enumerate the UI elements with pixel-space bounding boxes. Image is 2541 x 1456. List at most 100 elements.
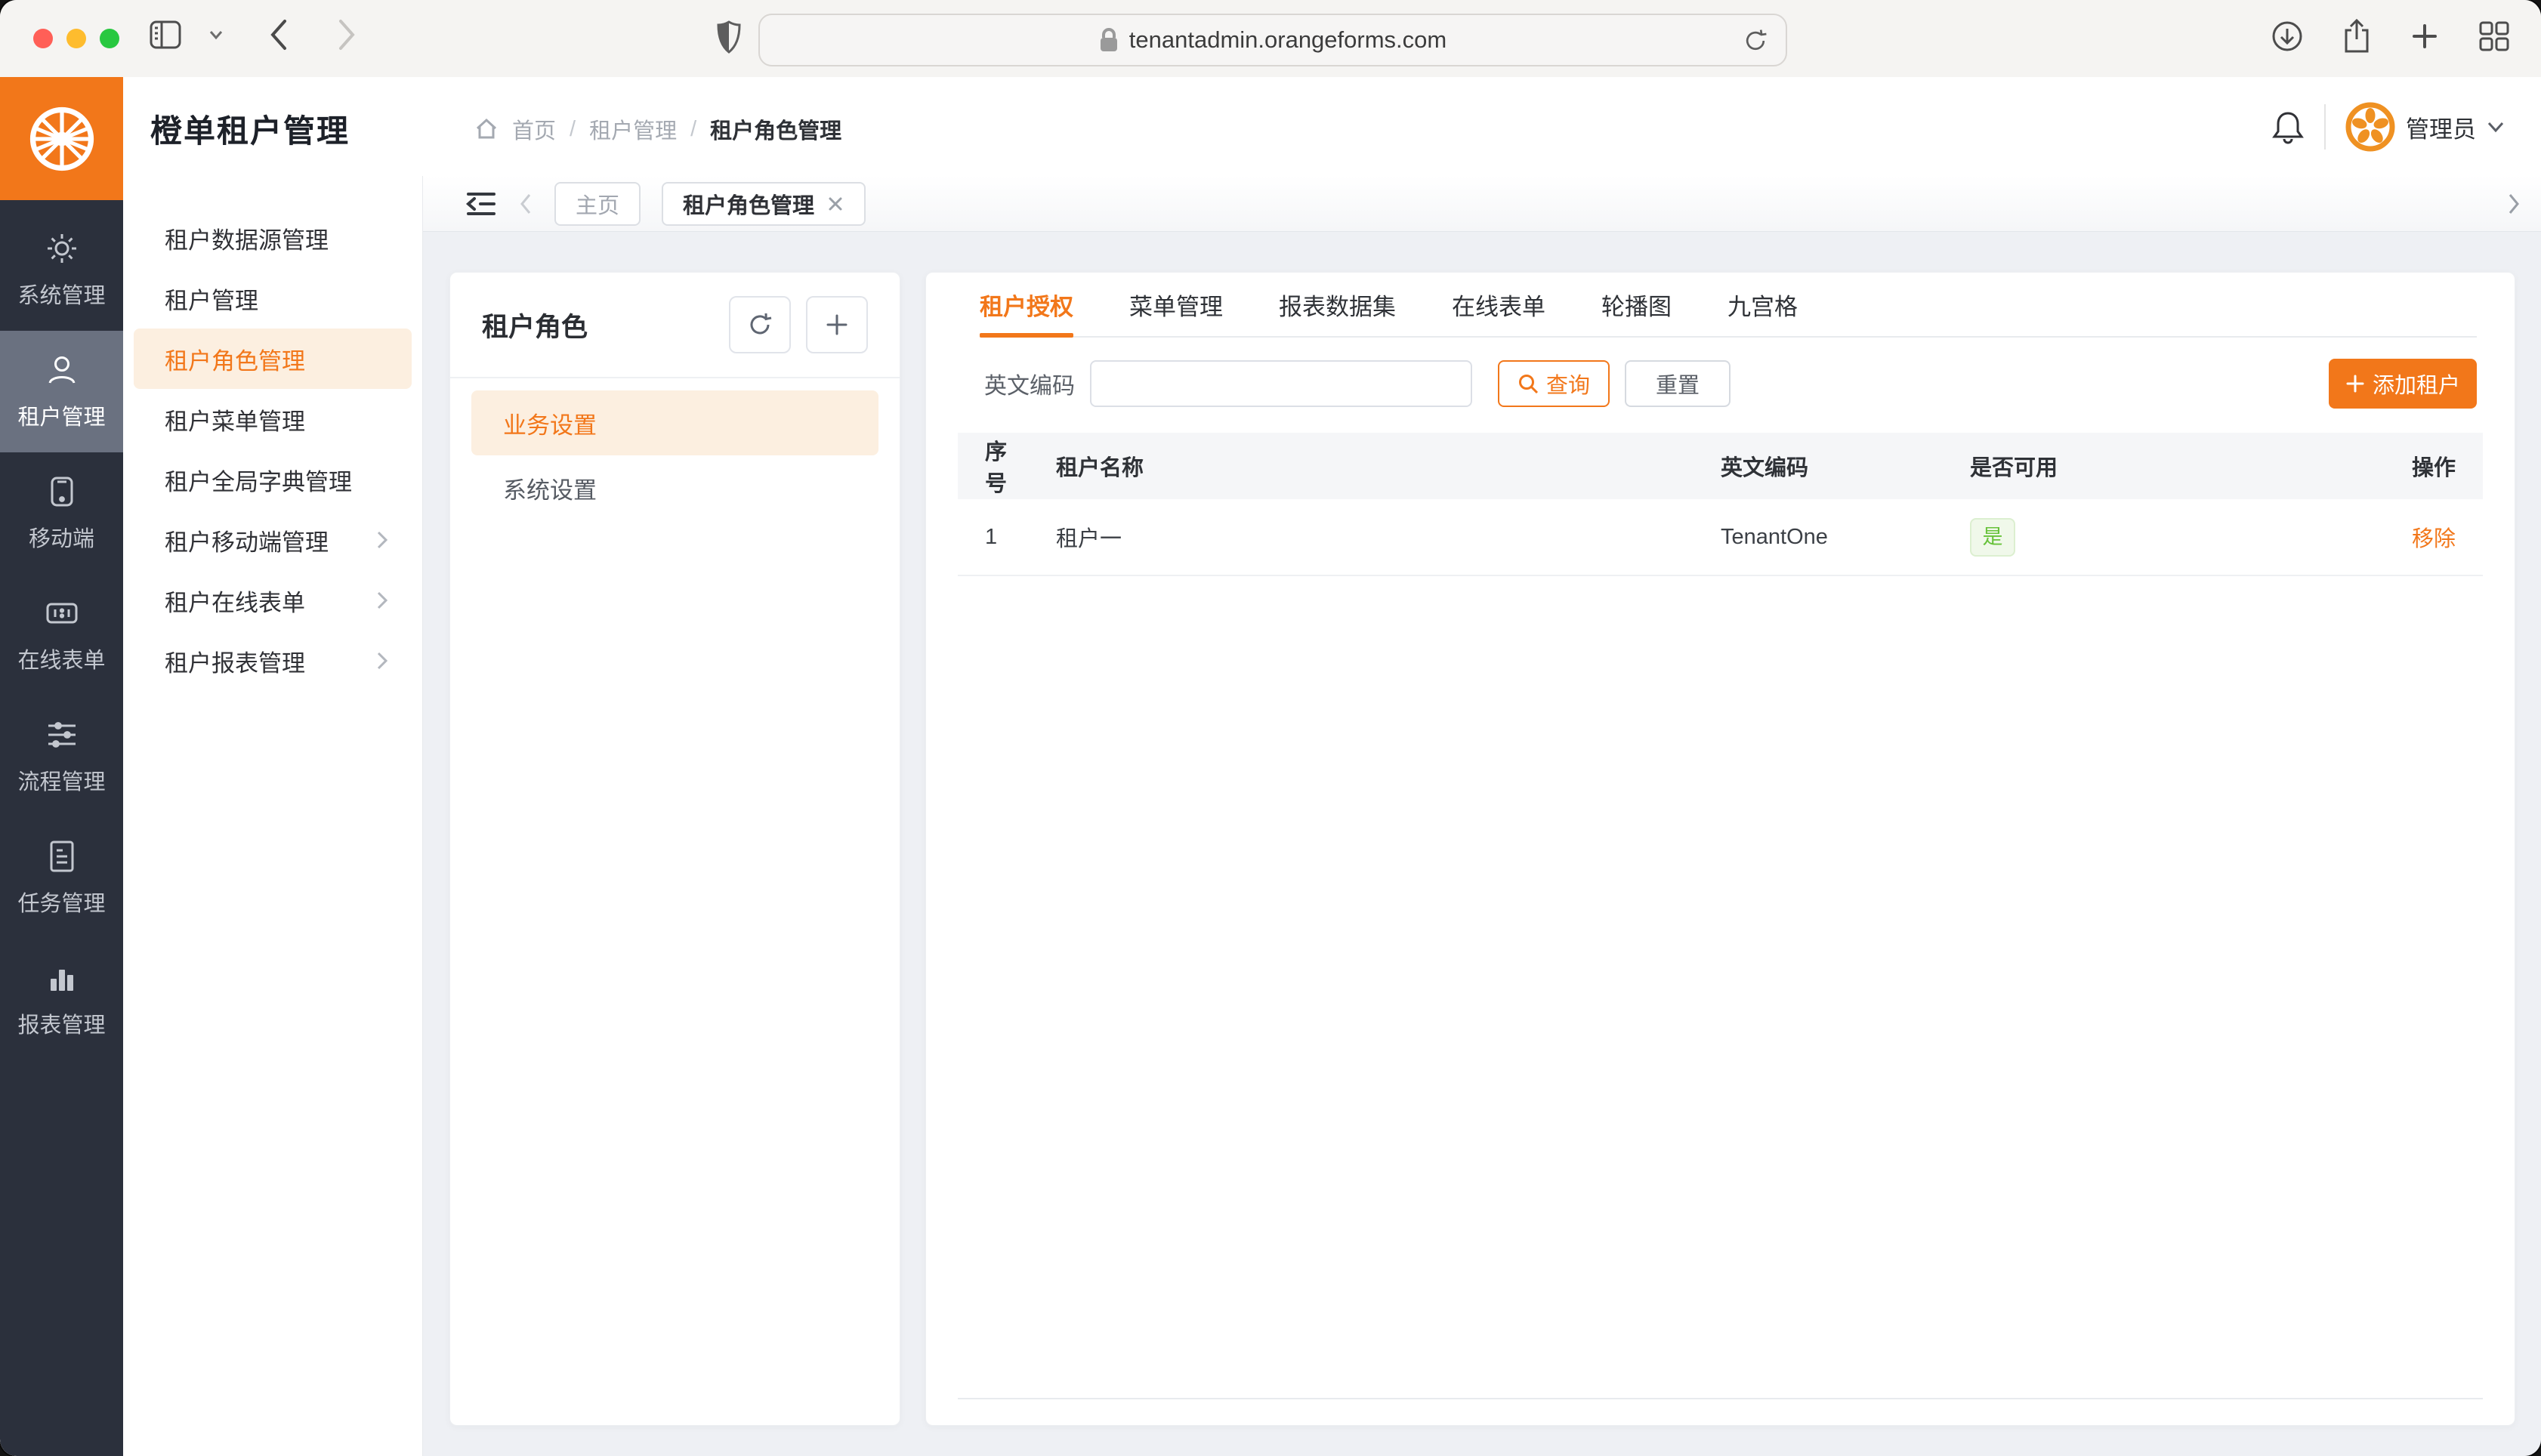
rail-item-mobile[interactable]: 移动端 — [0, 452, 123, 574]
menu-item-global-dict[interactable]: 租户全局字典管理 — [123, 449, 422, 510]
menu-item-datasource[interactable]: 租户数据源管理 — [123, 208, 422, 268]
downloads-icon[interactable] — [2271, 20, 2304, 53]
tab-online-form[interactable]: 在线表单 — [1452, 273, 1545, 336]
header-divider — [2324, 104, 2326, 150]
menu-item-label: 租户报表管理 — [165, 644, 305, 678]
online-form-icon — [45, 596, 79, 631]
rail-item-task[interactable]: 任务管理 — [0, 817, 123, 939]
back-button[interactable] — [269, 18, 289, 51]
bar-chart-icon — [45, 961, 79, 995]
chevron-right-icon — [375, 529, 389, 551]
menu-item-label: 租户在线表单 — [165, 584, 305, 618]
tab-label: 在线表单 — [1452, 288, 1545, 322]
english-code-input[interactable] — [1090, 360, 1472, 407]
zoom-window-button[interactable] — [100, 29, 119, 48]
role-item-system[interactable]: 系统设置 — [471, 455, 878, 520]
tenant-table: 序号 租户名称 英文编码 是否可用 操作 1 租户一 TenantOne 是 — [958, 433, 2483, 576]
search-icon — [1517, 373, 1539, 394]
menu-item-tenant[interactable]: 租户管理 — [123, 268, 422, 329]
rail-item-label: 系统管理 — [17, 278, 105, 310]
rail-item-label: 任务管理 — [17, 886, 105, 918]
app-title: 橙单租户管理 — [150, 106, 350, 152]
breadcrumb-section[interactable]: 租户管理 — [589, 113, 677, 145]
menu-item-tenant-mobile[interactable]: 租户移动端管理 — [123, 510, 422, 570]
menu-item-tenant-report[interactable]: 租户报表管理 — [123, 631, 422, 691]
tab-carousel[interactable]: 轮播图 — [1601, 273, 1672, 336]
breadcrumb-home[interactable]: 首页 — [512, 113, 556, 145]
rail-item-system[interactable]: 系统管理 — [0, 209, 123, 331]
url-text: tenantadmin.orangeforms.com — [1129, 26, 1446, 54]
role-item-label: 业务设置 — [503, 406, 597, 440]
forward-button[interactable] — [337, 18, 357, 51]
tenant-role-panel: 租户角色 业务设置 系统设置 — [449, 272, 900, 1426]
add-tenant-button[interactable]: 添加租户 — [2329, 359, 2477, 409]
browser-toolbar: tenantadmin.orangeforms.com — [0, 0, 2541, 78]
page-tab-tenant-role[interactable]: 租户角色管理 — [662, 182, 866, 226]
close-window-button[interactable] — [33, 29, 53, 48]
lock-icon — [1099, 27, 1119, 53]
tab-report-dataset[interactable]: 报表数据集 — [1279, 273, 1396, 336]
role-list: 业务设置 系统设置 — [450, 378, 900, 532]
page-tab-home[interactable]: 主页 — [554, 182, 641, 226]
rail-item-report[interactable]: 报表管理 — [0, 939, 123, 1060]
share-icon[interactable] — [2342, 18, 2372, 54]
rail-item-online-form[interactable]: 在线表单 — [0, 574, 123, 696]
rail-item-process[interactable]: 流程管理 — [0, 696, 123, 817]
plus-icon — [2345, 374, 2365, 393]
avatar — [2345, 102, 2395, 152]
tab-overview-icon[interactable] — [2478, 20, 2511, 53]
role-item-business[interactable]: 业务设置 — [471, 390, 878, 455]
menu-item-label: 租户菜单管理 — [165, 403, 305, 436]
tab-scroll-left-icon[interactable] — [518, 192, 533, 216]
rail-item-label: 移动端 — [29, 521, 94, 553]
detail-tabs: 租户授权 菜单管理 报表数据集 在线表单 轮播图 九宫格 — [980, 273, 2477, 338]
query-button[interactable]: 查询 — [1498, 360, 1610, 407]
query-button-label: 查询 — [1546, 368, 1590, 399]
menu-item-label: 租户管理 — [165, 282, 258, 316]
tab-tenant-auth[interactable]: 租户授权 — [980, 273, 1073, 336]
app-logo[interactable] — [0, 77, 123, 200]
add-role-button[interactable] — [806, 296, 868, 353]
refresh-button[interactable] — [729, 296, 791, 353]
cell-english-code: TenantOne — [1693, 499, 1943, 575]
tenant-auth-panel: 租户授权 菜单管理 报表数据集 在线表单 轮播图 九宫格 英文编码 查询 重置 — [925, 272, 2515, 1426]
sliders-icon — [45, 717, 79, 752]
rail-item-label: 流程管理 — [17, 764, 105, 796]
user-menu[interactable]: 管理员 — [2345, 102, 2505, 152]
remove-link[interactable]: 移除 — [2412, 527, 2456, 551]
address-bar[interactable]: tenantadmin.orangeforms.com — [758, 14, 1787, 66]
menu-fold-icon[interactable] — [465, 189, 497, 219]
tab-label: 租户授权 — [980, 288, 1073, 322]
privacy-shield-icon[interactable] — [716, 20, 742, 54]
col-header-actions: 操作 — [2385, 433, 2483, 499]
reset-button[interactable]: 重置 — [1625, 360, 1731, 407]
task-doc-icon — [45, 839, 79, 874]
page-tab-label: 租户角色管理 — [683, 188, 814, 220]
close-icon[interactable] — [826, 195, 844, 213]
sidebar-menu-chevron-icon[interactable] — [208, 29, 224, 40]
tab-grid-nine[interactable]: 九宫格 — [1727, 273, 1798, 336]
tab-scroll-right-icon[interactable] — [2506, 192, 2521, 216]
rail-item-tenant[interactable]: 租户管理 — [0, 331, 123, 452]
table-bottom-divider — [958, 1398, 2483, 1399]
menu-item-label: 租户数据源管理 — [165, 221, 329, 255]
home-icon[interactable] — [474, 117, 499, 141]
notification-bell-icon[interactable] — [2271, 109, 2305, 145]
reload-icon[interactable] — [1742, 26, 1769, 56]
cell-no: 1 — [958, 499, 1029, 575]
breadcrumb: 首页 / 租户管理 / 租户角色管理 — [474, 113, 841, 145]
menu-item-label: 租户角色管理 — [165, 342, 305, 376]
menu-item-tenant-online-form[interactable]: 租户在线表单 — [123, 570, 422, 631]
col-header-no: 序号 — [958, 433, 1029, 499]
menu-item-tenant-menu[interactable]: 租户菜单管理 — [123, 389, 422, 449]
sidebar-toggle-icon[interactable] — [148, 19, 183, 51]
secondary-menu: 租户数据源管理 租户管理 租户角色管理 租户菜单管理 租户全局字典管理 租户移动… — [123, 176, 423, 1456]
primary-nav-rail: 系统管理 租户管理 移动端 在线表单 — [0, 200, 123, 1456]
new-tab-icon[interactable] — [2410, 21, 2440, 51]
user-name: 管理员 — [2406, 110, 2476, 144]
minimize-window-button[interactable] — [66, 29, 86, 48]
menu-item-tenant-role[interactable]: 租户角色管理 — [134, 329, 412, 389]
tab-menu-mgmt[interactable]: 菜单管理 — [1129, 273, 1223, 336]
page-tab-bar: 主页 租户角色管理 — [423, 176, 2541, 232]
panel-title: 租户角色 — [482, 306, 729, 344]
